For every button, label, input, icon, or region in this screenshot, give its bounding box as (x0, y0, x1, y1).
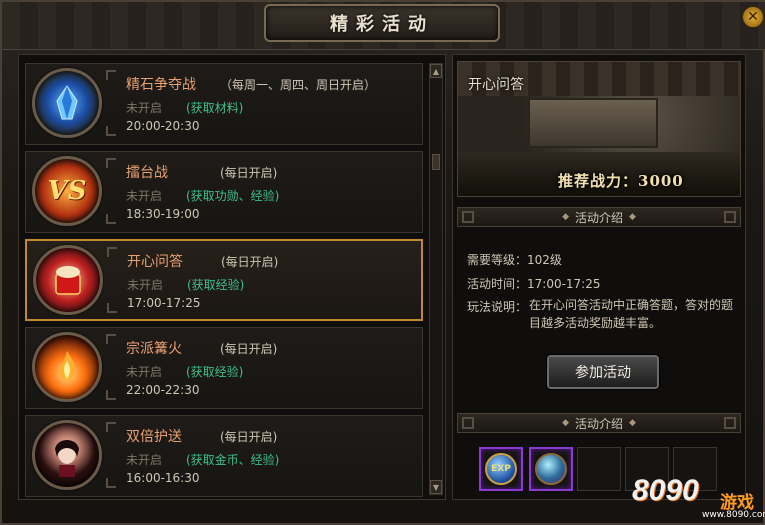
activity-schedule: (每日开启) (220, 166, 278, 180)
exp-orb-icon: EXP (485, 453, 517, 485)
deco-corner (106, 158, 116, 168)
activity-status: 未开启 (127, 278, 164, 292)
activity-time-detail: 活动时间：17:00-17:25 (467, 277, 601, 291)
deco-corner (106, 126, 116, 136)
deco-corner (107, 303, 117, 313)
activity-item[interactable]: VS 擂台战 (每日开启) 未开启 (获取功勋、经验) 18:30-19:00 (25, 151, 423, 233)
deco-corner (107, 247, 117, 257)
reward-slot-empty (577, 447, 621, 491)
deco-corner (462, 211, 474, 223)
watermark-number: 8090 (632, 474, 699, 507)
reward-slot[interactable] (529, 447, 573, 491)
activity-schedule: (每日开启) (220, 430, 278, 444)
deco-corner (462, 417, 474, 429)
reward-slot[interactable]: EXP (479, 447, 523, 491)
exp-label: EXP (491, 464, 511, 474)
deco-corner (106, 478, 116, 488)
close-icon[interactable]: ✕ (742, 6, 764, 28)
deco-corner (106, 422, 116, 432)
versus-icon: VS (32, 156, 102, 226)
deco-corner (106, 390, 116, 400)
diamond-icon: ◆ (562, 212, 569, 222)
activity-reward: (获取材料) (186, 101, 244, 115)
deco-corner (106, 70, 116, 80)
activity-schedule: (每日开启) (220, 342, 278, 356)
deco-corner (724, 211, 736, 223)
join-activity-button[interactable]: 参加活动 (547, 355, 659, 389)
activity-name: 开心问答 (127, 254, 183, 270)
diamond-icon: ◆ (562, 418, 569, 428)
section-header-rewards: ◆ 活动介绍 ◆ (457, 413, 741, 433)
activity-detail: 开心问答 推荐战力：3000 ◆ 活动介绍 ◆ 需要等级：102级 活动时间：1… (452, 54, 746, 500)
activity-time: 20:00-20:30 (126, 119, 200, 133)
activity-reward: (获取经验) (187, 278, 245, 292)
activity-status: 未开启 (126, 453, 163, 467)
scroll-down-icon[interactable]: ▼ (430, 480, 442, 494)
site-watermark-logo: 8090 游戏 www.8090.com (632, 474, 765, 524)
activity-time: 22:00-22:30 (126, 383, 200, 397)
activity-reward: (获取经验) (186, 365, 244, 379)
activity-list: 精石争夺战 （每周一、周四、周日开启） 未开启 (获取材料) 20:00-20:… (18, 54, 446, 500)
recommended-power: 推荐战力：3000 (558, 172, 684, 190)
activity-item[interactable]: 宗派篝火 (每日开启) 未开启 (获取经验) 22:00-22:30 (25, 327, 423, 409)
deco-corner (106, 334, 116, 344)
window-title: 精彩活动 (330, 14, 434, 35)
section-intro-label: 活动介绍 (574, 210, 623, 225)
scroll-up-icon[interactable]: ▲ (430, 64, 442, 78)
activity-status: 未开启 (126, 365, 163, 379)
bonfire-icon (32, 332, 102, 402)
red-scroll-icon (33, 245, 103, 315)
diamond-icon: ◆ (629, 418, 636, 428)
activity-reward: (获取功勋、经验) (186, 189, 280, 203)
activity-time: 16:00-16:30 (126, 471, 200, 485)
activity-reward: (获取金币、经验) (186, 453, 280, 467)
activity-name: 精石争夺战 (126, 77, 196, 93)
deco-corner (724, 417, 736, 429)
activity-item[interactable]: 双倍护送 (每日开启) 未开启 (获取金币、经验) 16:00-16:30 (25, 415, 423, 497)
activity-name: 宗派篝火 (126, 341, 182, 357)
activity-schedule: (每日开启) (221, 255, 279, 269)
activity-item-selected[interactable]: 开心问答 (每日开启) 未开启 (获取经验) 17:00-17:25 (25, 239, 423, 321)
activity-list-scrollbar[interactable]: ▲ ▼ (429, 63, 443, 495)
activity-time: 17:00-17:25 (127, 296, 201, 310)
banner-screen (528, 98, 658, 148)
activity-schedule: （每周一、周四、周日开启） (220, 78, 377, 92)
rules-label: 玩法说明： (467, 300, 528, 314)
activity-item[interactable]: 精石争夺战 （每周一、周四、周日开启） 未开启 (获取材料) 20:00-20:… (25, 63, 423, 145)
deco-corner (106, 214, 116, 224)
diamond-icon: ◆ (629, 212, 636, 222)
activity-window: 精彩活动 ✕ 精石争夺战 （每周一、周四、周日开启） 未开启 (获取材料) 20… (0, 0, 765, 525)
activity-name: 擂台战 (126, 165, 168, 181)
activity-name: 双倍护送 (126, 429, 182, 445)
banner-title: 开心问答 (468, 77, 524, 93)
required-level: 需要等级：102级 (467, 253, 562, 267)
lady-portrait-icon (32, 420, 102, 490)
section-header-intro: ◆ 活动介绍 ◆ (457, 207, 741, 227)
section-reward-label: 活动介绍 (574, 416, 623, 431)
crystal-orb-icon (535, 453, 567, 485)
scroll-thumb[interactable] (432, 154, 440, 170)
watermark-domain: www.8090.com (702, 510, 765, 520)
activity-time: 18:30-19:00 (126, 207, 200, 221)
activity-banner: 开心问答 推荐战力：3000 (457, 61, 741, 197)
title-plaque: 精彩活动 (264, 4, 500, 42)
rules-text: 在开心问答活动中正确答题，答对的题目越多活动奖励越丰富。 (529, 298, 734, 330)
activity-status: 未开启 (126, 189, 163, 203)
blue-crystal-icon (32, 68, 102, 138)
activity-status: 未开启 (126, 101, 163, 115)
